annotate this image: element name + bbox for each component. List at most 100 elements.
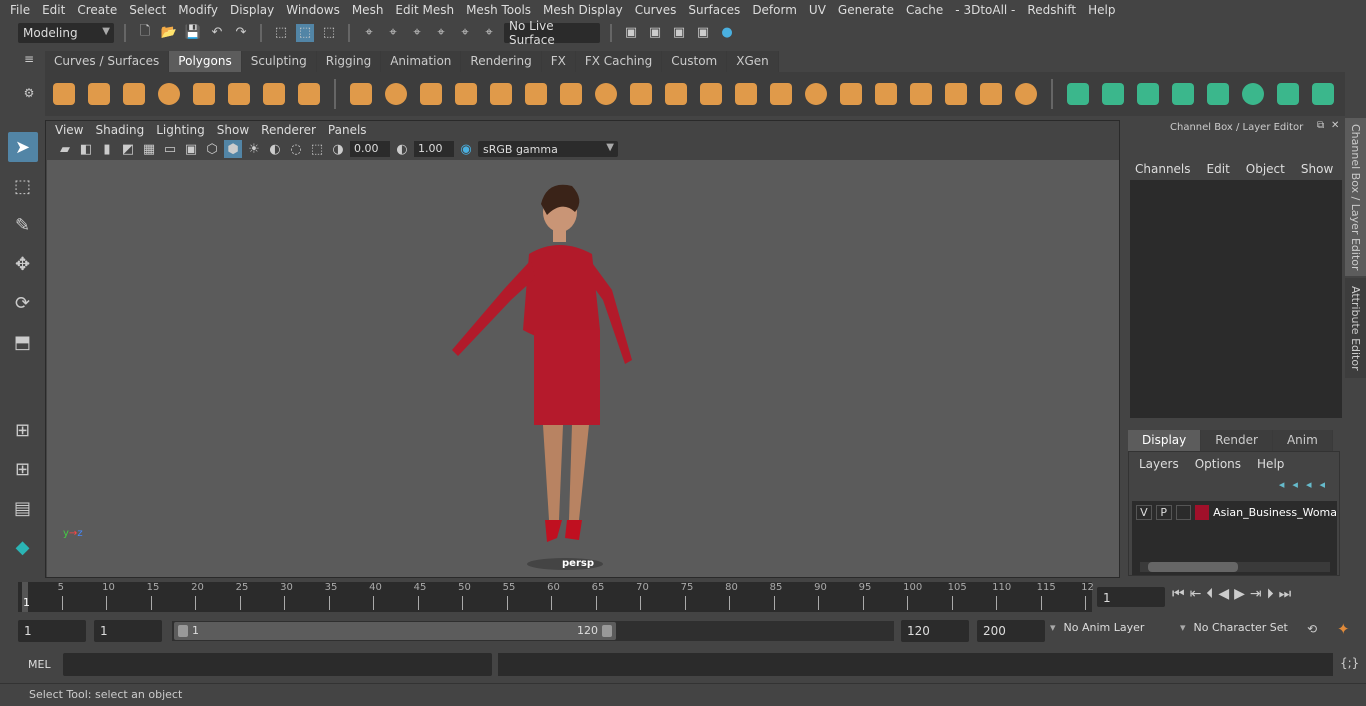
shelf-tool-icon[interactable] [1064, 80, 1092, 108]
paint-select-icon[interactable]: ✎ [8, 210, 38, 240]
visibility-toggle[interactable]: V [1136, 504, 1152, 520]
command-language-label[interactable]: MEL [28, 658, 51, 671]
menu-edit[interactable]: Edit [36, 3, 71, 17]
tab-fx[interactable]: FX [541, 51, 576, 72]
render-view-icon[interactable]: ▣ [622, 24, 640, 42]
lighting-icon[interactable]: ☀ [245, 140, 263, 158]
smooth-shade-icon[interactable]: ⬢ [224, 140, 242, 158]
shadows-icon[interactable]: ◐ [266, 140, 284, 158]
time-slider[interactable]: 1 5 10 15 20 25 30 35 40 45 50 55 60 65 70 75 80 85 90 95 10… [18, 582, 1094, 612]
step-forward-frame-icon[interactable]: ⏵ [1267, 586, 1274, 602]
gear-icon[interactable]: ⚙ [18, 86, 40, 100]
layer-tab-display[interactable]: Display [1128, 430, 1202, 451]
isolate-select-icon[interactable]: ⬚ [308, 140, 326, 158]
shelf-tool-icon[interactable] [697, 80, 725, 108]
tab-sculpting[interactable]: Sculpting [241, 51, 317, 72]
channel-list[interactable] [1130, 180, 1342, 418]
snap-curve-icon[interactable]: ⌖ [384, 24, 402, 42]
menu-generate[interactable]: Generate [832, 3, 900, 17]
shelf-menu-icon[interactable]: ≡ [18, 52, 40, 66]
snap-grid-icon[interactable]: ⌖ [360, 24, 378, 42]
exposure-field[interactable]: 0.00 [350, 141, 390, 157]
menu-mesh-display[interactable]: Mesh Display [537, 3, 629, 17]
live-surface-field[interactable]: No Live Surface [504, 19, 600, 47]
new-scene-icon[interactable]: 🗋 [136, 24, 154, 42]
step-back-key-icon[interactable]: ⇤ [1190, 586, 1202, 602]
shelf-tool-icon[interactable] [225, 80, 253, 108]
menu-redshift[interactable]: Redshift [1021, 3, 1082, 17]
menu--3dtoall-[interactable]: - 3DtoAll - [949, 3, 1021, 17]
shelf-tool-icon[interactable] [1274, 80, 1302, 108]
select-hierarchy-icon[interactable]: ⬚ [272, 24, 290, 42]
viewport-menu-show[interactable]: Show [211, 123, 255, 137]
play-backward-icon[interactable]: ◀ [1218, 586, 1229, 602]
film-gate-icon[interactable]: ▭ [161, 140, 179, 158]
side-tab-channel-box[interactable]: Channel Box / Layer Editor [1345, 118, 1366, 276]
bookmark-icon[interactable]: ▮ [98, 140, 116, 158]
shelf-tool-icon[interactable] [85, 80, 113, 108]
play-forward-icon[interactable]: ▶ [1234, 586, 1245, 602]
playback-start-field[interactable]: 1 [94, 620, 162, 642]
tab-rigging[interactable]: Rigging [316, 51, 382, 72]
menu-cache[interactable]: Cache [900, 3, 949, 17]
menu-mesh-tools[interactable]: Mesh Tools [460, 3, 537, 17]
playback-end-field[interactable]: 120 [901, 620, 969, 642]
shelf-tool-icon[interactable] [260, 80, 288, 108]
tab-animation[interactable]: Animation [381, 51, 462, 72]
float-icon[interactable]: ⧉ [1317, 120, 1324, 131]
anim-preferences-icon[interactable]: ✦ [1337, 620, 1350, 638]
start-frame-field[interactable]: 1 [18, 620, 86, 642]
viewport-menu-shading[interactable]: Shading [89, 123, 150, 137]
camera-icon[interactable]: ▰ [56, 140, 74, 158]
render-settings-icon[interactable]: ▣ [694, 24, 712, 42]
shelf-tool-icon[interactable] [592, 80, 620, 108]
shelf-tool-icon[interactable] [1134, 80, 1162, 108]
range-end-handle[interactable] [602, 625, 612, 637]
layer-actions[interactable]: ◂◂◂◂ [1279, 478, 1333, 491]
shelf-tool-icon[interactable] [155, 80, 183, 108]
channel-menu-channels[interactable]: Channels [1135, 162, 1191, 176]
menu-deform[interactable]: Deform [746, 3, 803, 17]
shelf-tool-icon[interactable] [942, 80, 970, 108]
range-slider[interactable]: 1 120 [172, 621, 894, 641]
layer-tab-anim[interactable]: Anim [1272, 430, 1333, 451]
layer-menu-layers[interactable]: Layers [1139, 457, 1179, 471]
shelf-tool-icon[interactable] [382, 80, 410, 108]
shelf-tool-icon[interactable] [417, 80, 445, 108]
shelf-tool-icon[interactable] [837, 80, 865, 108]
menu-modify[interactable]: Modify [172, 3, 224, 17]
horizontal-scrollbar[interactable] [1140, 562, 1330, 572]
range-start-handle[interactable] [178, 625, 188, 637]
tab-xgen[interactable]: XGen [727, 51, 779, 72]
color-management-icon[interactable]: ◉ [457, 140, 475, 158]
ipr-render-icon[interactable]: ▣ [670, 24, 688, 42]
snap-point-icon[interactable]: ⌖ [408, 24, 426, 42]
tab-curves-surfaces[interactable]: Curves / Surfaces [45, 51, 170, 72]
channel-menu-object[interactable]: Object [1246, 162, 1285, 176]
tab-custom[interactable]: Custom [662, 51, 728, 72]
command-input[interactable] [63, 653, 492, 676]
current-frame-field[interactable]: 1 [1097, 587, 1165, 607]
shelf-tool-icon[interactable] [1309, 80, 1337, 108]
menu-file[interactable]: File [4, 3, 36, 17]
menu-edit-mesh[interactable]: Edit Mesh [389, 3, 460, 17]
character-set-dropdown[interactable]: ▾ No Character Set [1180, 621, 1288, 634]
shelf-tool-icon[interactable] [767, 80, 795, 108]
shelf-tool-icon[interactable] [522, 80, 550, 108]
shelf-tool-icon[interactable] [732, 80, 760, 108]
menu-curves[interactable]: Curves [629, 3, 683, 17]
shelf-tool-icon[interactable] [190, 80, 218, 108]
menu-mesh[interactable]: Mesh [346, 3, 390, 17]
color-space-dropdown[interactable]: sRGB gamma ▼ [478, 141, 618, 157]
shelf-tool-icon[interactable] [1099, 80, 1127, 108]
menu-windows[interactable]: Windows [280, 3, 346, 17]
shelf-tool-icon[interactable] [872, 80, 900, 108]
close-icon[interactable]: ✕ [1331, 120, 1339, 131]
go-to-start-icon[interactable]: ⏮ [1172, 586, 1185, 602]
gamma-field[interactable]: 1.00 [414, 141, 454, 157]
save-scene-icon[interactable]: 💾 [184, 24, 202, 42]
anim-layer-dropdown[interactable]: ▾ No Anim Layer [1050, 621, 1144, 634]
tab-polygons[interactable]: Polygons [169, 51, 242, 72]
auto-key-icon[interactable]: ⟲ [1307, 622, 1317, 636]
tab-rendering[interactable]: Rendering [461, 51, 542, 72]
